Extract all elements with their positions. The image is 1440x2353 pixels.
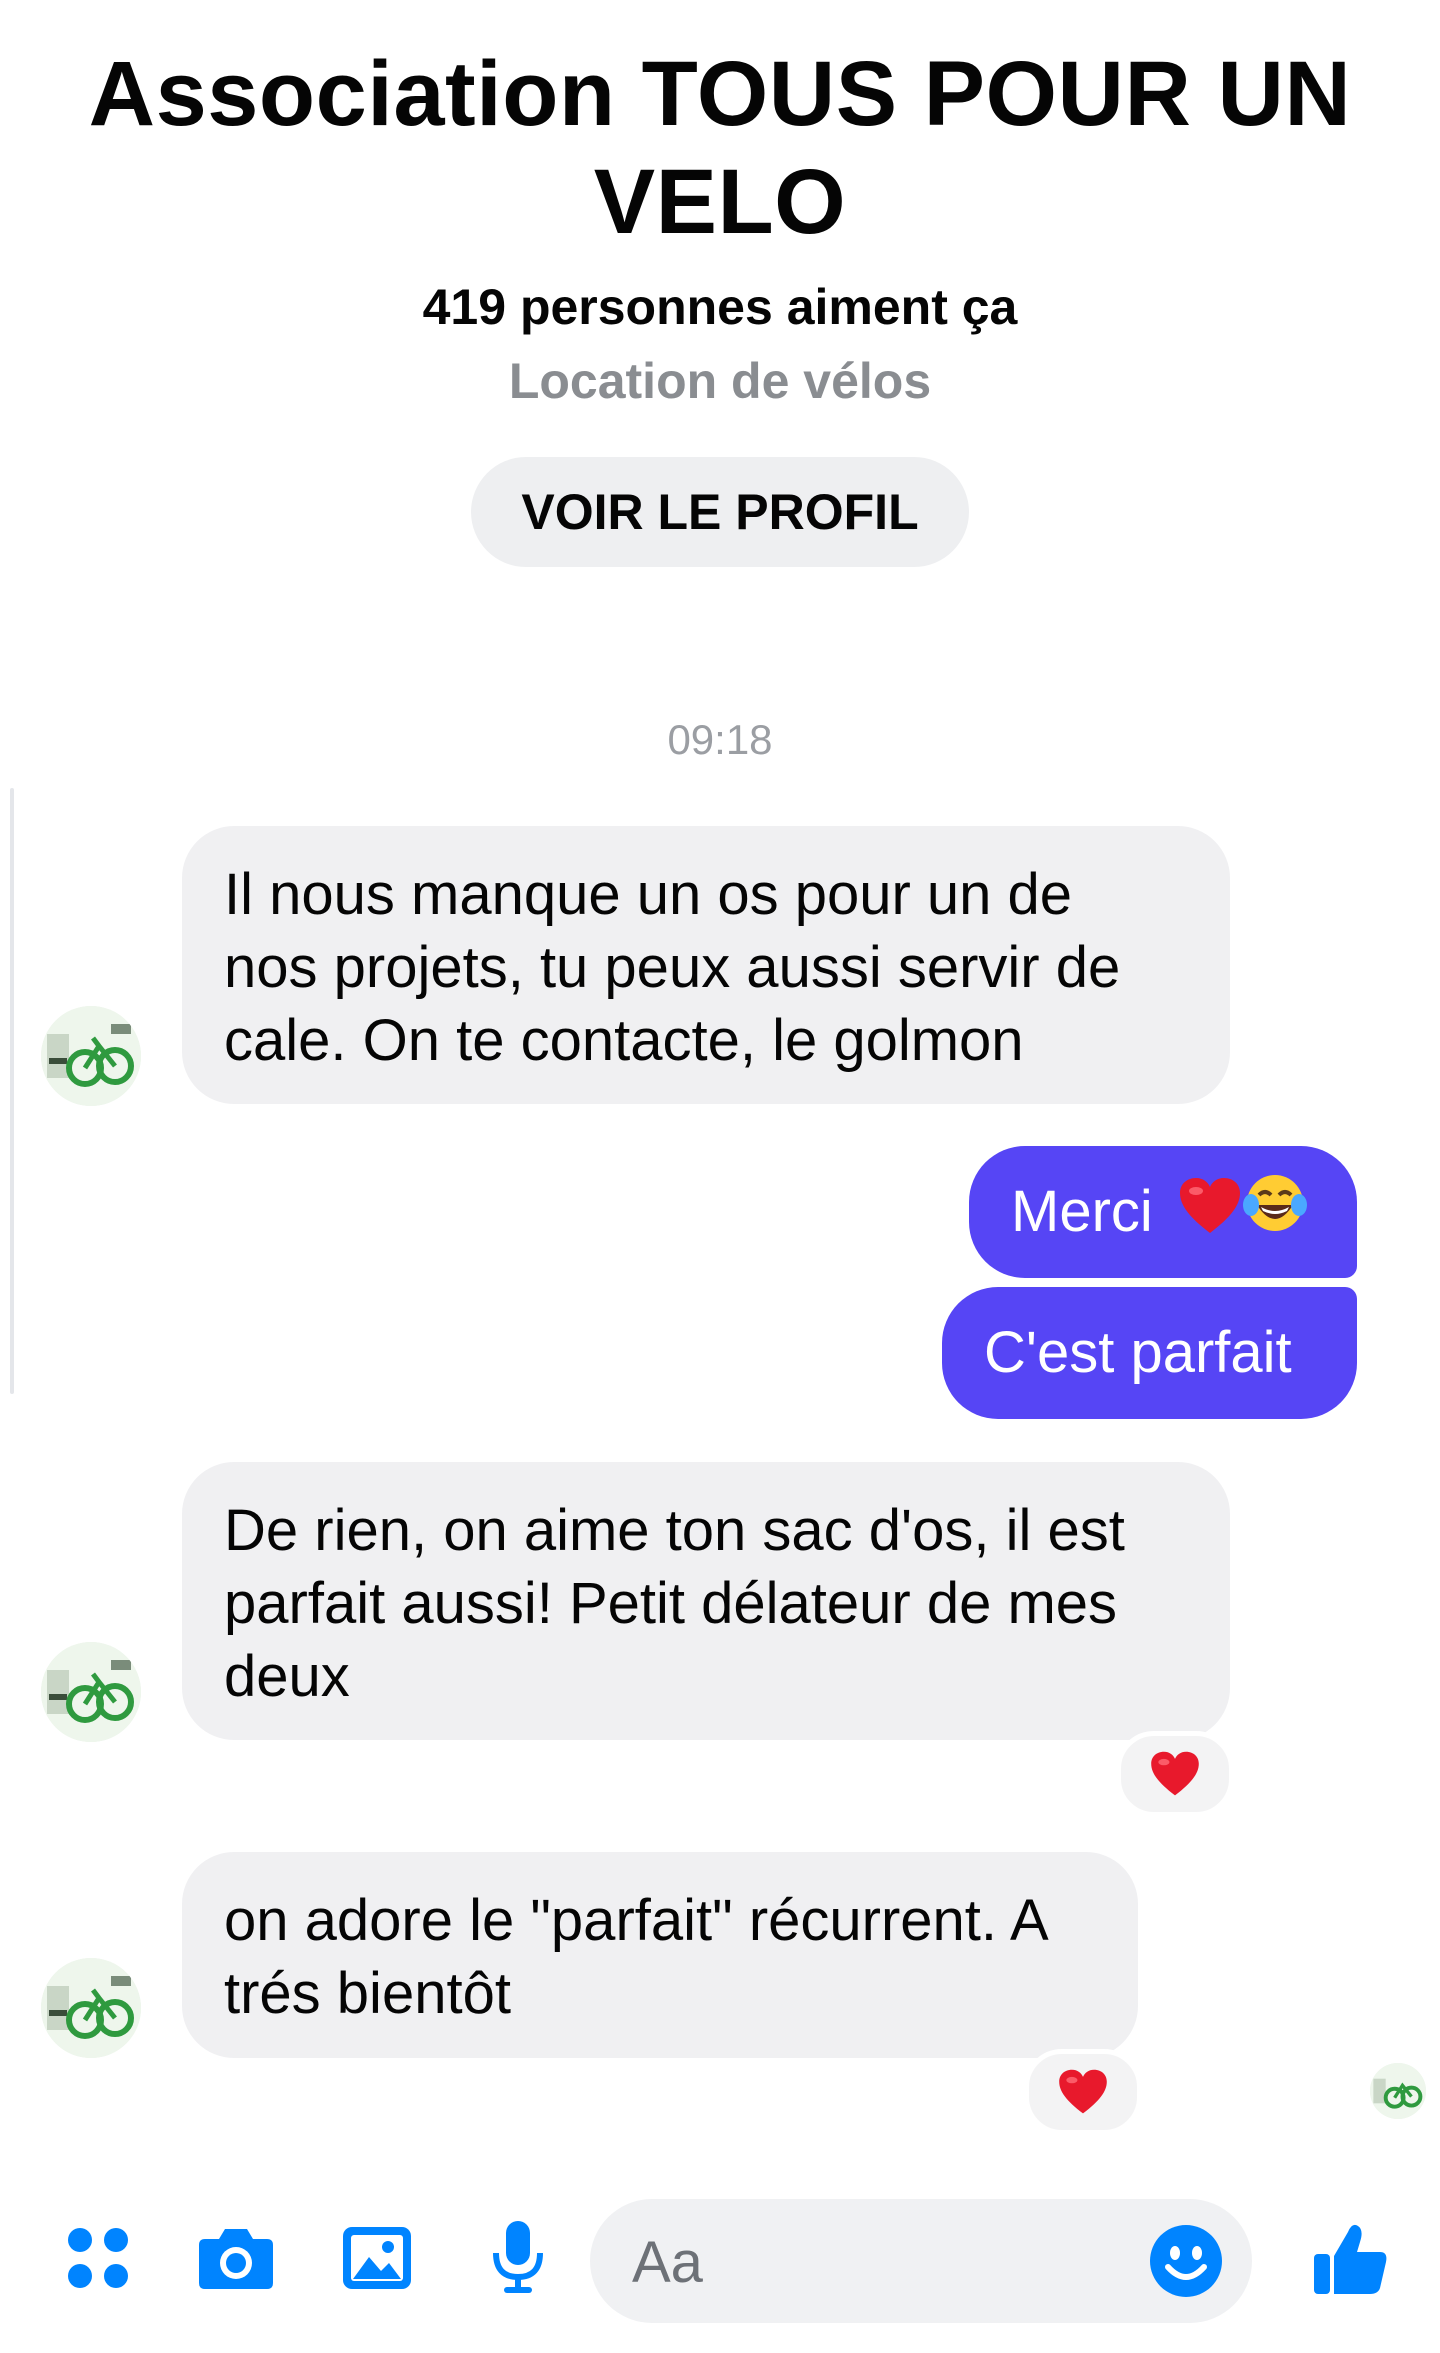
page-category: Location de vélos	[508, 353, 932, 409]
bike-logo-icon	[41, 1958, 141, 2058]
sender-avatar[interactable]	[41, 1642, 141, 1742]
heart-emoji	[1059, 2069, 1107, 2114]
incoming-message-bubble[interactable]: De rien, on aime ton sac d'os, il est pa…	[182, 1462, 1230, 1740]
heart-emoji	[1179, 1150, 1241, 1282]
message-composer[interactable]	[590, 2199, 1252, 2323]
sender-avatar[interactable]	[41, 1006, 141, 1106]
bike-logo-icon	[41, 1642, 141, 1742]
message-line: on adore le "parfait" récurrent. A	[224, 1888, 1049, 1953]
seen-indicator-avatar	[1370, 2063, 1426, 2119]
message-reaction[interactable]	[1024, 2049, 1142, 2135]
more-actions-icon[interactable]	[58, 2218, 138, 2298]
gallery-icon[interactable]	[337, 2218, 417, 2298]
message-line: De rien, on aime ton sac d'os, il est	[224, 1498, 1125, 1563]
incoming-message-bubble[interactable]: Il nous manque un os pour un de nos proj…	[182, 826, 1230, 1104]
outgoing-message-bubble[interactable]: Merci	[969, 1146, 1357, 1278]
tears-of-joy-emoji	[1242, 1150, 1307, 1282]
scroll-edge-indicator	[10, 788, 14, 1394]
message-line: Il nous manque un os pour un de	[224, 862, 1073, 927]
microphone-icon[interactable]	[478, 2218, 558, 2298]
message-timestamp: 09:18	[667, 716, 773, 763]
page-title: Association TOUS POUR UN VELO	[88, 43, 1352, 253]
message-line: parfait aussi! Petit délateur de mes	[224, 1571, 1118, 1636]
message-text: C'est parfait	[984, 1320, 1292, 1385]
thumbs-up-icon[interactable]	[1308, 2216, 1394, 2302]
message-text: Merci	[1011, 1179, 1153, 1244]
outgoing-message-bubble[interactable]: C'est parfait	[942, 1287, 1357, 1419]
view-profile-button[interactable]: VOIR LE PROFIL	[471, 457, 969, 567]
message-line: cale. On te contacte, le golmon	[224, 1008, 1024, 1073]
message-reaction[interactable]	[1116, 1731, 1234, 1817]
message-line: deux	[224, 1644, 350, 1709]
bike-logo-icon	[41, 1006, 141, 1106]
bike-logo-icon	[1370, 2063, 1426, 2119]
heart-emoji	[1151, 1751, 1199, 1796]
incoming-message-bubble[interactable]: on adore le "parfait" récurrent. A trés …	[182, 1852, 1138, 2058]
message-input[interactable]	[630, 2221, 1114, 2303]
emoji-picker-icon[interactable]	[1148, 2223, 1224, 2299]
message-line: nos projets, tu peux aussi servir de	[224, 935, 1121, 1000]
message-line: trés bientôt	[224, 1961, 511, 2026]
likes-count: 419 personnes aiment ça	[422, 279, 1018, 335]
camera-icon[interactable]	[196, 2218, 276, 2298]
sender-avatar[interactable]	[41, 1958, 141, 2058]
